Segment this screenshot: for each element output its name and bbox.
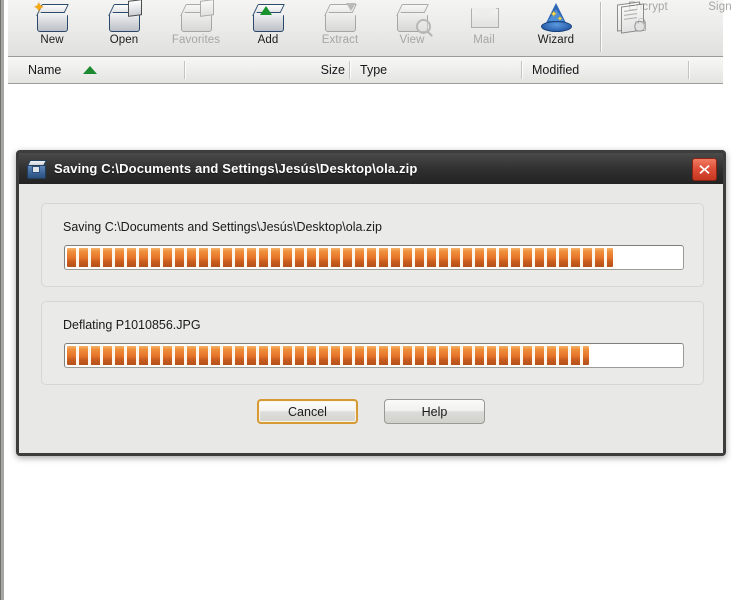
toolbar-button-wizard-label: Wizard [537,34,575,46]
dialog-title-bar[interactable]: Saving C:\Documents and Settings\Jesús\D… [19,153,723,184]
favorites-icon [179,0,214,33]
toolbar-button-add-label: Add [257,34,279,46]
toolbar-separator [600,2,602,52]
toolbar-button-add[interactable]: Add [232,0,304,56]
toolbar-button-wizard[interactable]: ✦ ✦ Wizard [520,0,592,56]
new-archive-icon: ✦ [33,0,69,33]
cancel-button-label: Cancel [288,404,327,419]
column-header-modified[interactable]: Modified [532,57,692,83]
toolbar-button-mail[interactable]: Mail [448,0,520,56]
toolbar-button-open-label: Open [109,34,139,46]
overall-progress-bar [64,245,684,270]
column-divider-4[interactable] [688,61,690,79]
overall-progress-label: Saving C:\Documents and Settings\Jesús\D… [63,220,382,234]
dialog-body: Saving C:\Documents and Settings\Jesús\D… [19,184,723,453]
current-file-progress-bar [64,343,684,368]
overall-progress-group: Saving C:\Documents and Settings\Jesús\D… [41,203,704,287]
toolbar-secondary-group: Encrypt Sign [612,0,741,56]
dialog-button-row: Cancel Help [19,399,723,424]
toolbar-button-sign-label: Sign [708,1,732,13]
toolbar-button-extract-label: Extract [321,34,359,46]
toolbar-button-view[interactable]: View [376,0,448,56]
view-icon [395,1,431,34]
help-button[interactable]: Help [384,399,485,424]
sort-ascending-icon [83,66,98,74]
archive-box-icon [26,159,47,179]
column-header-type[interactable]: Type [360,57,520,83]
column-header-size[interactable]: Size [263,57,353,83]
extract-icon [323,1,357,33]
dialog-title: Saving C:\Documents and Settings\Jesús\D… [54,161,418,176]
saving-progress-dialog: Saving C:\Documents and Settings\Jesús\D… [16,150,726,456]
column-header-name[interactable]: Name [28,57,183,83]
toolbar-button-favorites[interactable]: Favorites [160,0,232,56]
column-header-size-label: Size [320,63,345,77]
column-divider-2[interactable] [349,61,351,79]
current-file-progress-fill [67,346,589,365]
current-file-progress-group: Deflating P1010856.JPG [41,301,704,385]
screen: ✦ New Open Favorites Add Extract View Ma… [0,0,741,600]
close-icon[interactable] [692,158,717,181]
column-header-type-label: Type [360,63,388,77]
toolbar-button-new-label: New [40,34,64,46]
toolbar-button-open[interactable]: Open [88,0,160,56]
wizard-hat-icon: ✦ ✦ [539,1,573,33]
help-button-label: Help [421,404,448,419]
toolbar-button-view-label: View [399,34,425,46]
toolbar-button-mail-label: Mail [473,34,495,46]
mail-icon [467,1,501,33]
column-divider-3[interactable] [521,61,523,79]
main-toolbar: ✦ New Open Favorites Add Extract View Ma… [8,0,732,57]
column-header-name-label: Name [28,63,62,77]
overall-progress-fill [67,248,614,267]
toolbar-button-favorites-label: Favorites [171,34,221,46]
open-archive-icon [107,0,142,33]
column-header-modified-label: Modified [532,63,580,77]
toolbar-button-extract[interactable]: Extract [304,0,376,56]
toolbar-button-sign[interactable]: Sign [617,0,741,56]
current-file-label: Deflating P1010856.JPG [63,318,201,332]
sign-seal-icon [612,0,646,34]
add-to-archive-icon [251,1,285,33]
toolbar-primary-group: ✦ New Open Favorites Add Extract View Ma… [16,0,592,56]
file-list-column-header: Name Size Type Modified [8,57,723,84]
toolbar-button-new[interactable]: ✦ New [16,0,88,56]
column-divider-1[interactable] [184,61,186,79]
cancel-button[interactable]: Cancel [257,399,358,424]
